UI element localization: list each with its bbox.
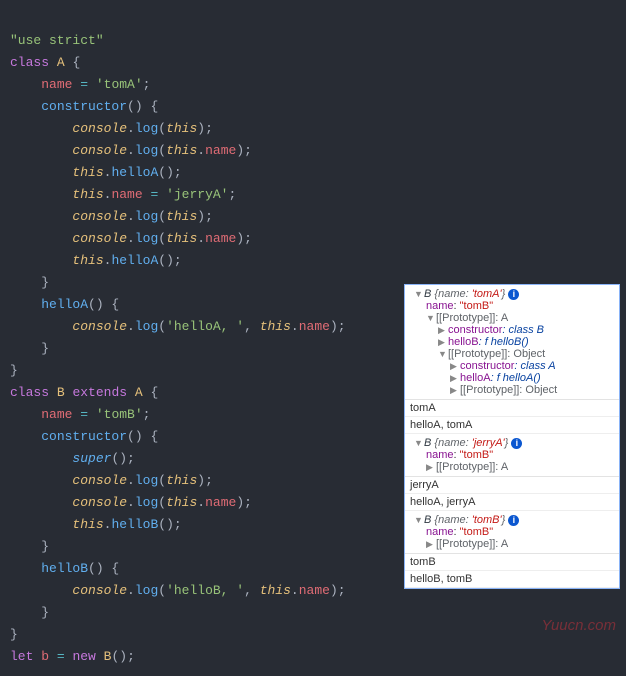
console-log-line: tomA: [405, 400, 619, 417]
info-icon[interactable]: i: [508, 515, 519, 526]
collapse-icon[interactable]: [426, 461, 436, 473]
expand-icon[interactable]: [414, 288, 424, 300]
collapse-icon[interactable]: [438, 324, 448, 336]
expand-icon[interactable]: [414, 437, 424, 449]
console-log-line: jerryA: [405, 477, 619, 494]
console-object-group[interactable]: B {name: 'jerryA'} i name: "tomB" [[Prot…: [405, 434, 619, 477]
devtools-console: B {name: 'tomA'} i name: "tomB" [[Protot…: [404, 284, 620, 589]
info-icon[interactable]: i: [511, 438, 522, 449]
console-log-line: helloA, tomA: [405, 417, 619, 434]
expand-icon[interactable]: [438, 348, 448, 360]
expand-icon[interactable]: [414, 514, 424, 526]
collapse-icon[interactable]: [426, 538, 436, 550]
console-log-line: helloA, jerryA: [405, 494, 619, 511]
collapse-icon[interactable]: [450, 360, 460, 372]
console-log-line: helloB, tomB: [405, 571, 619, 588]
console-log-line: tomB: [405, 554, 619, 571]
console-object-group[interactable]: B {name: 'tomB'} i name: "tomB" [[Protot…: [405, 511, 619, 554]
expand-icon[interactable]: [426, 312, 436, 324]
collapse-icon[interactable]: [450, 372, 460, 384]
console-object-group[interactable]: B {name: 'tomA'} i name: "tomB" [[Protot…: [405, 285, 619, 400]
watermark: Yuucn.com: [542, 617, 616, 634]
code-line: "use strict": [10, 33, 104, 48]
collapse-icon[interactable]: [438, 336, 448, 348]
collapse-icon[interactable]: [450, 384, 460, 396]
info-icon[interactable]: i: [508, 289, 519, 300]
